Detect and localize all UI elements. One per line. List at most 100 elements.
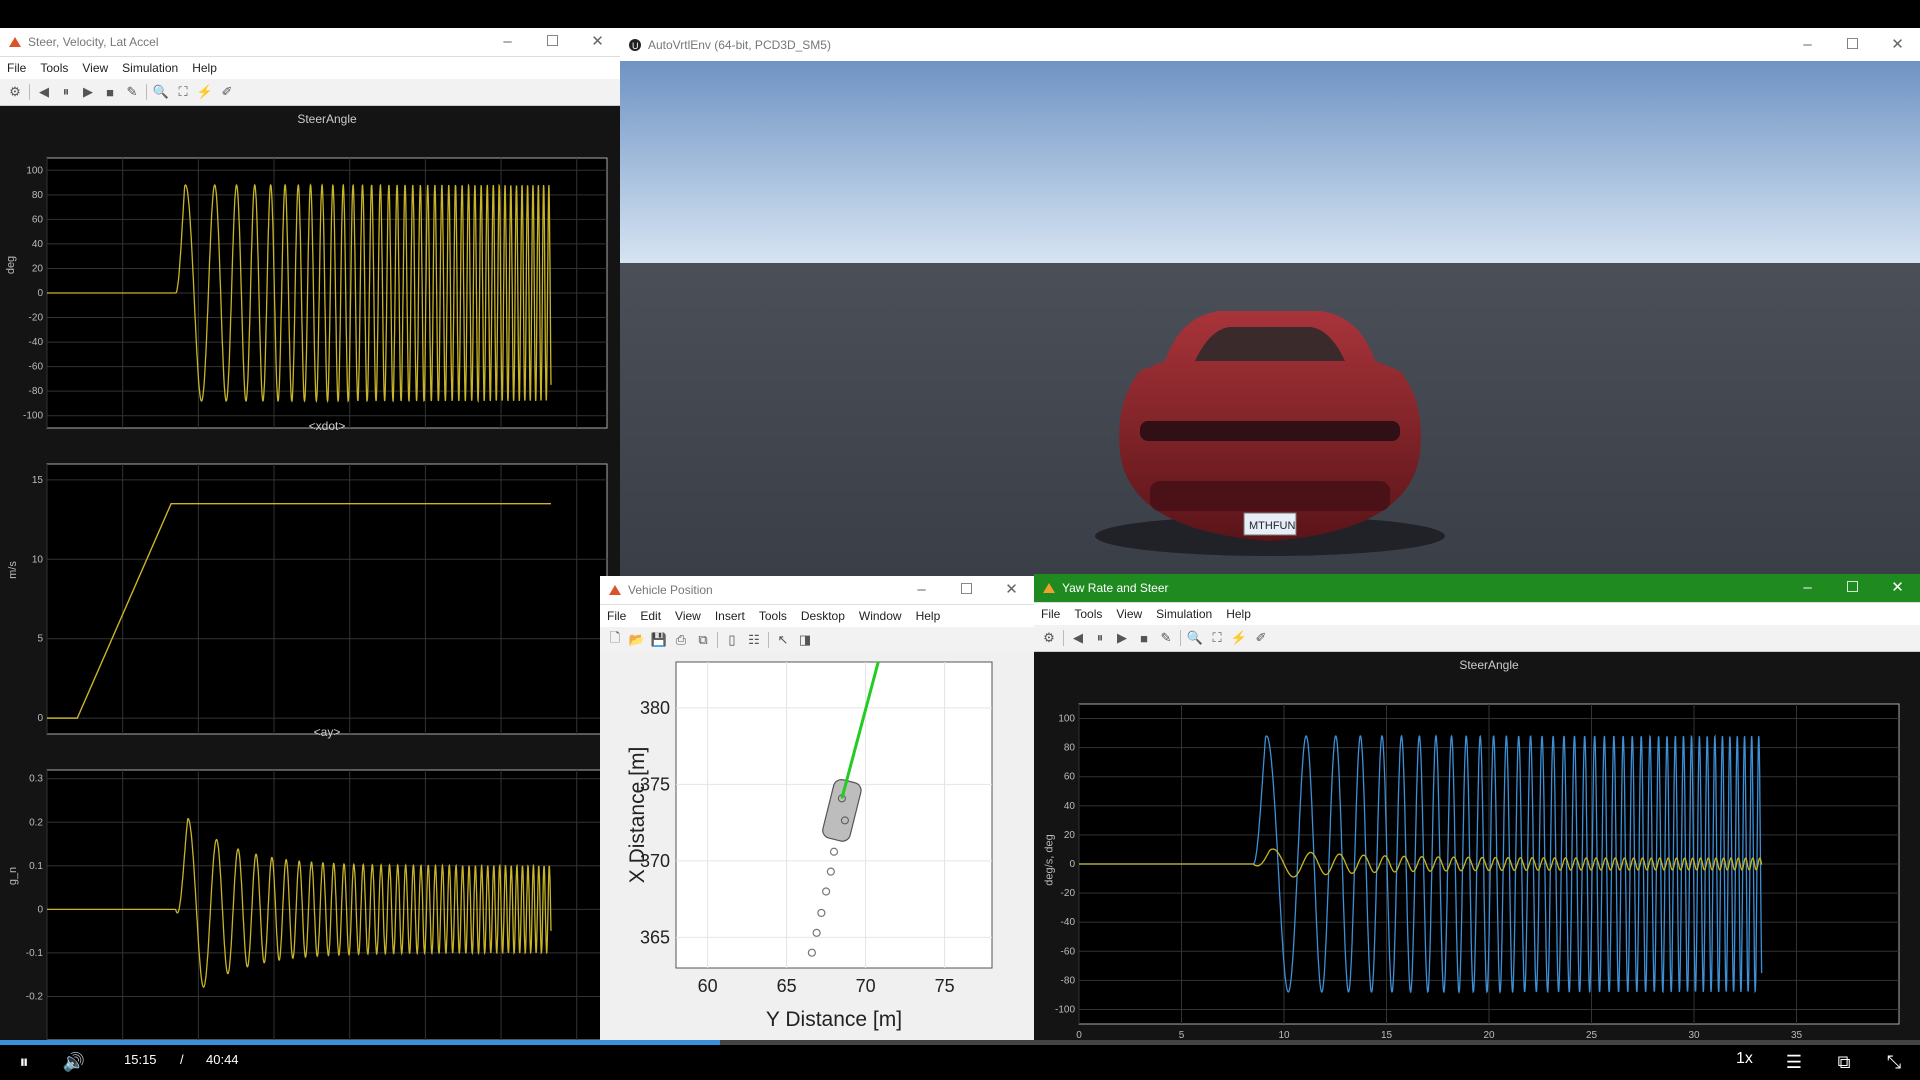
menu-file[interactable]: File bbox=[7, 61, 26, 75]
zoom-icon[interactable]: 🔍 bbox=[150, 82, 172, 102]
separator bbox=[717, 632, 718, 648]
vehpos-toolbar: 🗋 📂 💾 ⎙ ⧉ ▯ ☷ ↖ ◨ bbox=[600, 627, 1034, 654]
stop-icon[interactable]: ■ bbox=[99, 82, 121, 102]
menu-view[interactable]: View bbox=[675, 609, 701, 623]
measure-icon[interactable]: ✐ bbox=[1250, 628, 1272, 648]
vehpos-menubar: File Edit View Insert Tools Desktop Wind… bbox=[600, 605, 1034, 627]
scope1-titlebar[interactable]: Steer, Velocity, Lat Accel – ☐ ✕ bbox=[0, 28, 620, 57]
menu-view[interactable]: View bbox=[82, 61, 108, 75]
step-back-icon[interactable]: ◀ bbox=[33, 82, 55, 102]
menu-file[interactable]: File bbox=[1041, 607, 1060, 621]
link-icon[interactable]: ⧉ bbox=[692, 630, 714, 650]
minimize-icon[interactable]: – bbox=[1785, 31, 1830, 59]
menu-help[interactable]: Help bbox=[1226, 607, 1251, 621]
scope-window-steer-velocity[interactable]: Steer, Velocity, Lat Accel – ☐ ✕ File To… bbox=[0, 28, 620, 1040]
step-back-icon[interactable]: ◀ bbox=[1067, 628, 1089, 648]
minimize-icon[interactable]: – bbox=[485, 28, 530, 56]
plot2-ytick-label: 0 bbox=[37, 713, 43, 724]
save-icon[interactable]: 💾 bbox=[648, 630, 670, 650]
progress-track[interactable] bbox=[0, 1040, 1920, 1045]
env-titlebar[interactable]: U AutoVrtlEnv (64-bit, PCD3D_SM5) – ☐ ✕ bbox=[620, 28, 1920, 62]
trigger-icon[interactable]: ⚡ bbox=[1228, 628, 1250, 648]
vehpos-ylabel: X Distance [m] bbox=[626, 747, 649, 884]
menu-insert[interactable]: Insert bbox=[715, 609, 745, 623]
minimize-icon[interactable]: – bbox=[899, 576, 944, 604]
vehpos-ytick-label: 365 bbox=[640, 927, 670, 947]
plot1-ytick-label: -100 bbox=[23, 411, 43, 422]
plot3-axes-box bbox=[46, 769, 608, 1040]
menu-file[interactable]: File bbox=[607, 609, 626, 623]
scope2-xtick-label: 35 bbox=[1791, 1030, 1803, 1040]
highlight-icon[interactable]: ✎ bbox=[121, 82, 143, 102]
stop-icon[interactable]: ■ bbox=[1133, 628, 1155, 648]
picture-in-picture-icon[interactable]: ⧉ bbox=[1832, 1050, 1856, 1074]
menu-tools[interactable]: Tools bbox=[1074, 607, 1102, 621]
run-icon[interactable]: ▶ bbox=[77, 82, 99, 102]
legend-icon[interactable]: ☷ bbox=[743, 630, 765, 650]
scope2-titlebar[interactable]: Yaw Rate and Steer – ☐ ✕ bbox=[1034, 574, 1920, 603]
plot3-ytick-label: -0.1 bbox=[26, 948, 44, 959]
vehpos-titlebar[interactable]: Vehicle Position – ☐ ✕ bbox=[600, 576, 1034, 605]
menu-desktop[interactable]: Desktop bbox=[801, 609, 845, 623]
menu-edit[interactable]: Edit bbox=[640, 609, 661, 623]
separator bbox=[146, 84, 147, 100]
pause-button[interactable]: ⏸ bbox=[12, 1050, 36, 1074]
scope2-ytick-label: -40 bbox=[1061, 917, 1076, 928]
zoom-icon[interactable]: 🔍 bbox=[1184, 628, 1206, 648]
pointer-icon[interactable]: ↖ bbox=[772, 630, 794, 650]
plot1-ytick-label: 0 bbox=[37, 288, 43, 299]
close-icon[interactable]: ✕ bbox=[1875, 31, 1920, 59]
close-icon[interactable]: ✕ bbox=[1875, 574, 1920, 602]
measure-icon[interactable]: ✐ bbox=[216, 82, 238, 102]
new-file-icon[interactable]: 🗋 bbox=[604, 630, 626, 650]
autoscale-icon[interactable]: ⛶ bbox=[1206, 628, 1228, 648]
pause-icon[interactable]: ⏸ bbox=[1089, 628, 1111, 648]
separator bbox=[29, 84, 30, 100]
scope2-menubar: File Tools View Simulation Help bbox=[1034, 603, 1920, 625]
open-folder-icon[interactable]: 📂 bbox=[626, 630, 648, 650]
steer-angle-plot: 100 80 60 40 20 0 -20 -40 -60 -80 -100 bbox=[23, 157, 608, 429]
matlab-icon bbox=[1043, 583, 1055, 593]
menu-tools[interactable]: Tools bbox=[759, 609, 787, 623]
maximize-icon[interactable]: ☐ bbox=[944, 576, 989, 604]
env-title: AutoVrtlEnv (64-bit, PCD3D_SM5) bbox=[648, 37, 831, 52]
menu-simulation[interactable]: Simulation bbox=[1156, 607, 1212, 621]
maximize-icon[interactable]: ☐ bbox=[530, 28, 575, 56]
menu-help[interactable]: Help bbox=[916, 609, 941, 623]
plot2-title: <xdot> bbox=[308, 419, 346, 433]
fullscreen-exit-icon[interactable]: ⤡ bbox=[1882, 1050, 1906, 1074]
vehpos-title: Vehicle Position bbox=[628, 583, 713, 597]
plot3-ytick-label: 0 bbox=[37, 904, 43, 915]
autoscale-icon[interactable]: ⛶ bbox=[172, 82, 194, 102]
menu-window[interactable]: Window bbox=[859, 609, 902, 623]
pause-icon[interactable]: ⏸ bbox=[55, 82, 77, 102]
chapters-icon[interactable]: ☰ bbox=[1782, 1050, 1806, 1074]
vehpos-xlabel: Y Distance [m] bbox=[766, 1008, 902, 1031]
colorbar-icon[interactable]: ▯ bbox=[721, 630, 743, 650]
speed-button[interactable]: 1x bbox=[1736, 1050, 1753, 1068]
scope2-xtick-label: 0 bbox=[1076, 1030, 1082, 1040]
scope2-ytick-label: 100 bbox=[1058, 714, 1075, 725]
settings-icon[interactable]: ⚙ bbox=[1038, 628, 1060, 648]
print-icon[interactable]: ⎙ bbox=[670, 630, 692, 650]
matlab-icon bbox=[9, 37, 21, 47]
run-icon[interactable]: ▶ bbox=[1111, 628, 1133, 648]
maximize-icon[interactable]: ☐ bbox=[1830, 31, 1875, 59]
settings-icon[interactable]: ⚙ bbox=[4, 82, 26, 102]
maximize-icon[interactable]: ☐ bbox=[1830, 574, 1875, 602]
yaw-rate-steer-window[interactable]: Yaw Rate and Steer – ☐ ✕ File Tools View… bbox=[1034, 574, 1920, 1040]
menu-simulation[interactable]: Simulation bbox=[122, 61, 178, 75]
close-icon[interactable]: ✕ bbox=[575, 28, 620, 56]
trigger-icon[interactable]: ⚡ bbox=[194, 82, 216, 102]
close-icon[interactable]: ✕ bbox=[989, 576, 1034, 604]
minimize-icon[interactable]: – bbox=[1785, 574, 1830, 602]
property-icon[interactable]: ◨ bbox=[794, 630, 816, 650]
menu-help[interactable]: Help bbox=[192, 61, 217, 75]
volume-button[interactable]: 🔊 bbox=[62, 1050, 86, 1074]
highlight-icon[interactable]: ✎ bbox=[1155, 628, 1177, 648]
menu-view[interactable]: View bbox=[1116, 607, 1142, 621]
separator bbox=[1063, 630, 1064, 646]
menu-tools[interactable]: Tools bbox=[40, 61, 68, 75]
vehicle-position-window[interactable]: Vehicle Position – ☐ ✕ File Edit View In… bbox=[600, 576, 1034, 1040]
auto-vrtl-env-window[interactable]: U AutoVrtlEnv (64-bit, PCD3D_SM5) – ☐ ✕ … bbox=[620, 28, 1920, 578]
